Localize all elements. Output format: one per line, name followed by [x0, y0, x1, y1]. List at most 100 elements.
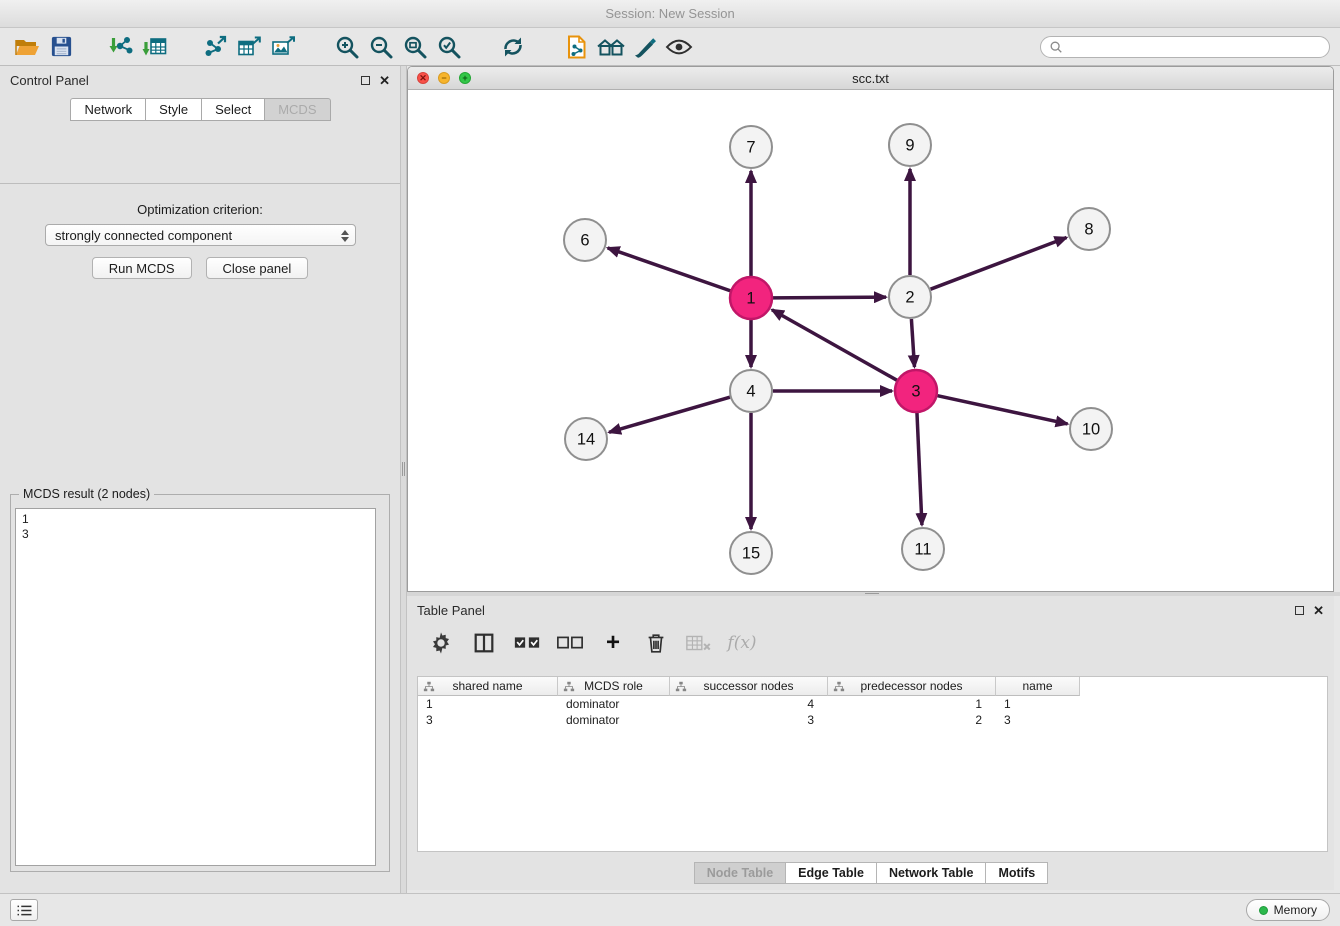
apply-style-icon[interactable] — [628, 30, 662, 64]
search-input[interactable] — [1068, 40, 1321, 54]
close-panel-icon[interactable]: ✕ — [1313, 604, 1324, 617]
control-panel-tabs: Network Style Select MCDS — [0, 98, 400, 121]
graph-edge-1-2[interactable] — [773, 297, 886, 298]
zoom-in-icon[interactable] — [330, 30, 364, 64]
delete-table-icon[interactable] — [685, 629, 713, 657]
import-table-icon[interactable] — [138, 30, 172, 64]
cell-mcds-role[interactable]: dominator — [558, 713, 670, 727]
cell-shared-name[interactable]: 1 — [418, 697, 558, 711]
table-toolbar: + f(x) — [413, 622, 756, 664]
tree-icon — [675, 681, 687, 692]
mcds-result-line: 1 — [16, 512, 375, 527]
graph-edge-1-6[interactable] — [608, 248, 731, 291]
tab-network[interactable]: Network — [70, 98, 146, 121]
graph-node-label: 7 — [746, 139, 755, 157]
close-panel-button[interactable]: Close panel — [206, 257, 309, 279]
graph-node-label: 3 — [911, 383, 920, 401]
minimize-window-button[interactable]: − — [438, 72, 450, 84]
network-window-titlebar[interactable]: scc.txt ✕ − + — [408, 67, 1333, 90]
column-header-mcds-role[interactable]: MCDS role — [558, 677, 670, 696]
vertical-splitter[interactable] — [400, 66, 407, 893]
table-row[interactable]: 3 dominator 3 2 3 — [418, 712, 1327, 728]
save-session-icon[interactable] — [44, 30, 78, 64]
table-row[interactable]: 1 dominator 4 1 1 — [418, 696, 1327, 712]
cell-name[interactable]: 3 — [996, 713, 1080, 727]
network-canvas[interactable]: 7968124314101511 — [408, 90, 1333, 592]
network-from-selection-icon[interactable] — [560, 30, 594, 64]
tab-network-table[interactable]: Network Table — [876, 862, 987, 884]
export-table-icon[interactable] — [232, 30, 266, 64]
close-window-button[interactable]: ✕ — [417, 72, 429, 84]
tree-icon — [833, 681, 845, 692]
main-toolbar — [0, 28, 1340, 66]
graph-edge-2-8[interactable] — [931, 238, 1067, 290]
cell-shared-name[interactable]: 3 — [418, 713, 558, 727]
delete-columns-icon[interactable] — [642, 629, 670, 657]
graph-node-label: 2 — [905, 289, 914, 307]
zoom-fit-icon[interactable] — [398, 30, 432, 64]
open-file-icon[interactable] — [10, 30, 44, 64]
table-panel-tabs: Node Table Edge Table Network Table Moti… — [407, 862, 1334, 884]
apply-layout-icon[interactable] — [496, 30, 530, 64]
function-builder-icon[interactable]: f(x) — [728, 629, 756, 657]
tab-select[interactable]: Select — [201, 98, 265, 121]
memory-label: Memory — [1274, 903, 1317, 917]
tab-motifs[interactable]: Motifs — [985, 862, 1048, 884]
window-title: Session: New Session — [605, 6, 734, 21]
cell-name[interactable]: 1 — [996, 697, 1080, 711]
mcds-result-box[interactable]: 1 3 — [15, 508, 376, 866]
table-settings-icon[interactable] — [427, 629, 455, 657]
graph-node-label: 8 — [1084, 221, 1093, 239]
close-panel-icon[interactable]: ✕ — [379, 74, 390, 87]
tab-style[interactable]: Style — [145, 98, 202, 121]
graph-node-label: 6 — [580, 232, 589, 250]
graph-node-label: 1 — [746, 290, 755, 308]
tabs-separator — [0, 183, 400, 184]
graph-edge-4-14[interactable] — [609, 397, 730, 432]
graph-node-label: 11 — [914, 541, 931, 559]
memory-button[interactable]: Memory — [1246, 899, 1330, 921]
criterion-dropdown[interactable]: strongly connected component — [45, 224, 356, 246]
tab-edge-table[interactable]: Edge Table — [785, 862, 877, 884]
tree-icon — [423, 681, 435, 692]
column-header-successor-nodes[interactable]: successor nodes — [670, 677, 828, 696]
select-all-icon[interactable] — [513, 629, 541, 657]
zoom-selected-icon[interactable] — [432, 30, 466, 64]
splitter-grip-icon — [402, 462, 405, 476]
cell-mcds-role[interactable]: dominator — [558, 697, 670, 711]
column-header-shared-name[interactable]: shared name — [418, 677, 558, 696]
unselect-all-icon[interactable] — [556, 629, 584, 657]
run-mcds-button[interactable]: Run MCDS — [92, 257, 192, 279]
network-graph[interactable]: 7968124314101511 — [408, 90, 1333, 592]
column-label: MCDS role — [584, 679, 643, 693]
zoom-out-icon[interactable] — [364, 30, 398, 64]
graph-edge-3-11[interactable] — [917, 413, 922, 525]
graph-edge-3-1[interactable] — [772, 310, 897, 380]
cell-successor-nodes[interactable]: 3 — [670, 713, 828, 727]
table-panel-title: Table Panel — [417, 603, 485, 618]
column-header-predecessor-nodes[interactable]: predecessor nodes — [828, 677, 996, 696]
graph-edge-2-3[interactable] — [911, 319, 914, 367]
column-header-name[interactable]: name — [996, 677, 1080, 696]
table-panel-header: Table Panel ✕ — [407, 596, 1334, 624]
control-panel-title: Control Panel — [10, 73, 89, 88]
show-columns-icon[interactable] — [470, 629, 498, 657]
float-panel-icon[interactable] — [361, 76, 370, 85]
cell-successor-nodes[interactable]: 4 — [670, 697, 828, 711]
cell-predecessor-nodes[interactable]: 2 — [828, 713, 996, 727]
search-box[interactable] — [1040, 36, 1330, 58]
first-neighbors-icon[interactable] — [594, 30, 628, 64]
export-network-icon[interactable] — [198, 30, 232, 64]
export-image-icon[interactable] — [266, 30, 300, 64]
show-hide-icon[interactable] — [662, 30, 696, 64]
network-window-title: scc.txt — [408, 71, 1333, 86]
cell-predecessor-nodes[interactable]: 1 — [828, 697, 996, 711]
graph-edge-3-10[interactable] — [937, 396, 1067, 424]
show-panels-button[interactable] — [10, 899, 38, 921]
tab-mcds[interactable]: MCDS — [264, 98, 330, 121]
import-network-icon[interactable] — [104, 30, 138, 64]
tab-node-table[interactable]: Node Table — [694, 862, 786, 884]
maximize-window-button[interactable]: + — [459, 72, 471, 84]
create-column-icon[interactable]: + — [599, 629, 627, 657]
float-panel-icon[interactable] — [1295, 606, 1304, 615]
